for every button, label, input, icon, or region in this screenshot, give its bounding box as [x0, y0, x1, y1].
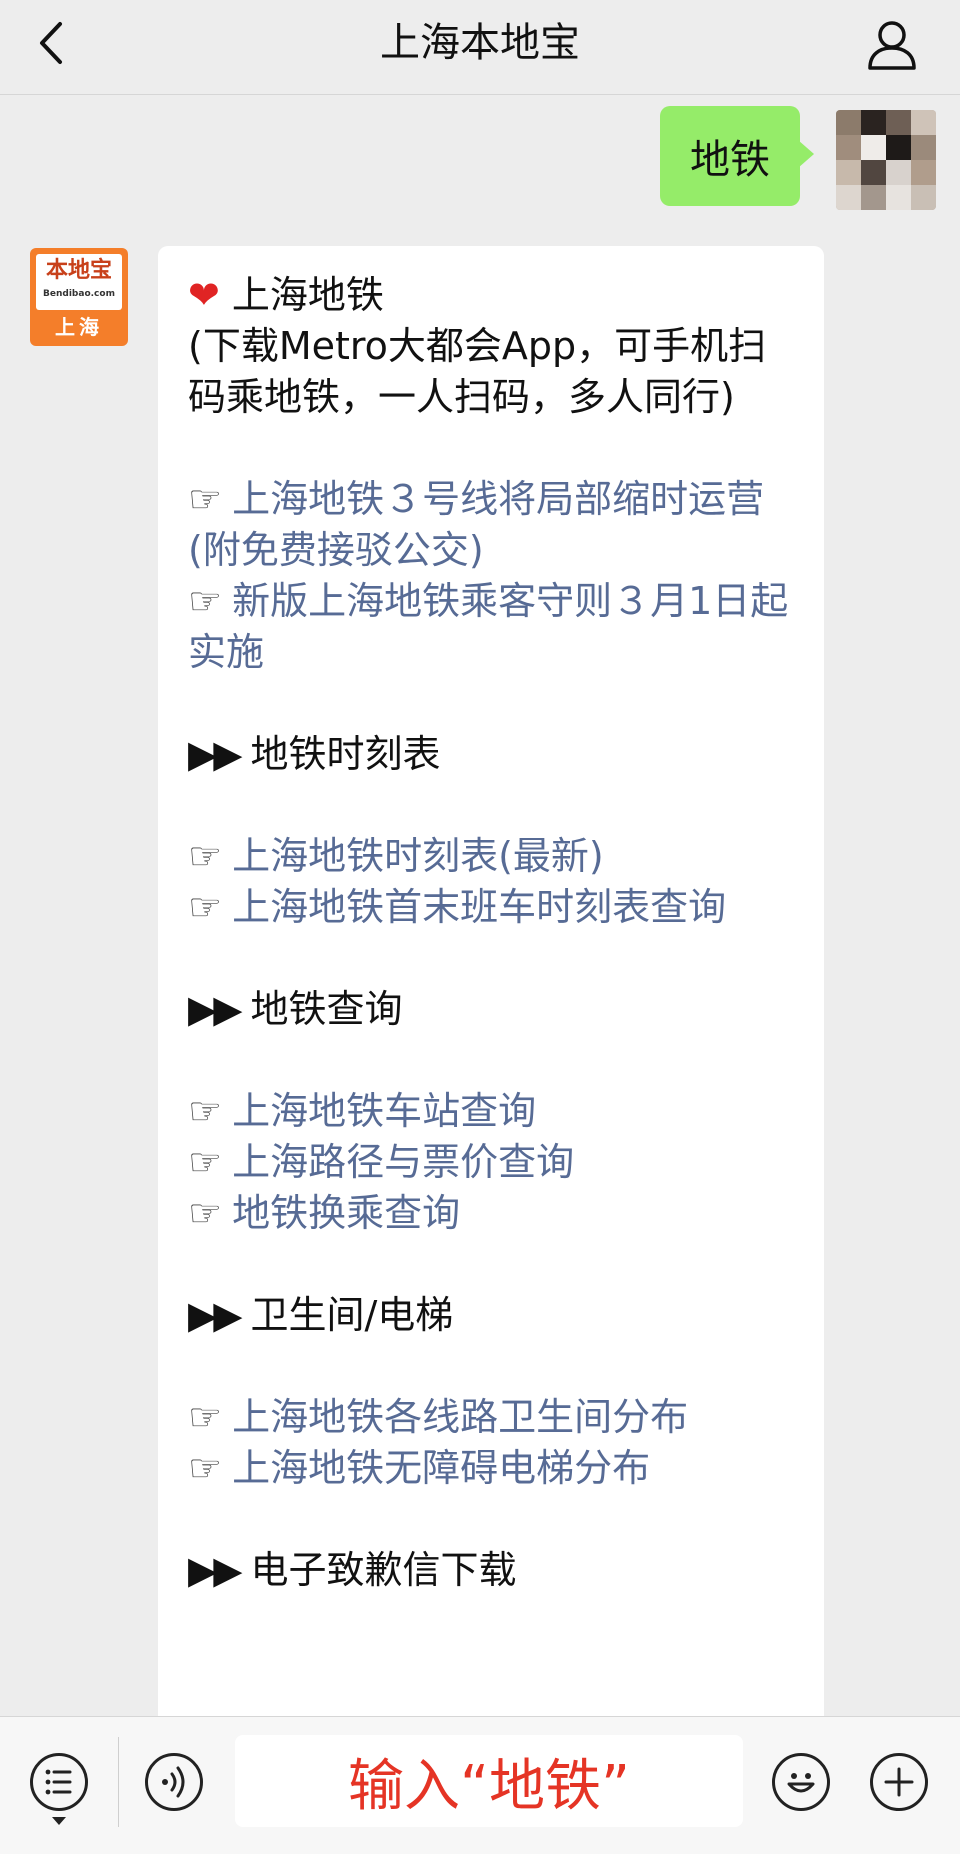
link-item[interactable]: ☞ 新版上海地铁乘客守则３月1日起实施 [188, 576, 800, 678]
section-heading: ▶▶ 卫生间/电梯 [188, 1290, 800, 1341]
link-text: 上海地铁首末班车时刻表查询 [232, 885, 727, 929]
user-message-bubble[interactable]: 地铁 [660, 106, 814, 206]
double-arrow-icon: ▶▶ [188, 732, 242, 776]
intro-description: (下载Metro大都会App，可手机扫码乘地铁，一人扫码，多人同行) [188, 324, 767, 419]
bot-message-content: ❤ 上海地铁 (下载Metro大都会App，可手机扫码乘地铁，一人扫码，多人同行)… [188, 270, 800, 1596]
smiley-icon [787, 1773, 815, 1793]
section-heading: ▶▶ 电子致歉信下载 [188, 1545, 800, 1596]
link-text: 上海地铁３号线将局部缩时运营(附免费接驳公交) [188, 477, 765, 572]
input-bar: 输入“地铁” [0, 1716, 960, 1854]
back-button[interactable] [30, 18, 80, 68]
pointing-hand-icon: ☞ [188, 477, 223, 521]
official-account-avatar[interactable]: 本地宝 Bendibao.com 上海 [30, 248, 128, 346]
voice-icon [162, 1766, 185, 1798]
link-text: 地铁换乘查询 [232, 1191, 461, 1235]
section-heading-text: 卫生间/电梯 [250, 1293, 454, 1337]
link-item[interactable]: ☞ 上海地铁车站查询 [188, 1086, 800, 1137]
voice-button[interactable] [145, 1753, 203, 1811]
caret-down-icon [52, 1817, 66, 1825]
intro-title-line: ❤ 上海地铁 [188, 270, 800, 321]
section-heading-text: 地铁查询 [250, 987, 403, 1031]
section-heading: ▶▶ 地铁时刻表 [188, 729, 800, 780]
pointing-hand-icon: ☞ [188, 1395, 223, 1439]
pointing-hand-icon: ☞ [188, 1140, 223, 1184]
link-item[interactable]: ☞ 地铁换乘查询 [188, 1188, 800, 1239]
section-heading-text: 地铁时刻表 [250, 732, 441, 776]
link-item[interactable]: ☞ 上海地铁首末班车时刻表查询 [188, 882, 800, 933]
link-text: 新版上海地铁乘客守则３月1日起实施 [188, 579, 789, 674]
link-item[interactable]: ☞ 上海地铁时刻表(最新) [188, 831, 800, 882]
section-heading: ▶▶ 地铁查询 [188, 984, 800, 1035]
user-avatar[interactable] [836, 110, 936, 210]
emoji-button[interactable] [772, 1753, 830, 1811]
more-button[interactable] [870, 1753, 928, 1811]
avatar-brand-text: 本地宝 [45, 258, 112, 283]
link-text: 上海地铁各线路卫生间分布 [232, 1395, 689, 1439]
double-arrow-icon: ▶▶ [188, 987, 242, 1031]
pointing-hand-icon: ☞ [188, 579, 223, 623]
page-title: 上海本地宝 [380, 20, 580, 66]
link-item[interactable]: ☞ 上海地铁３号线将局部缩时运营(附免费接驳公交) [188, 474, 800, 576]
link-text: 上海地铁车站查询 [232, 1089, 537, 1133]
link-text: 上海地铁无障碍电梯分布 [232, 1446, 651, 1490]
profile-button[interactable] [864, 16, 920, 72]
pointing-hand-icon: ☞ [188, 1446, 223, 1490]
divider [118, 1737, 119, 1827]
menu-toggle-button[interactable] [30, 1753, 88, 1811]
pointing-hand-icon: ☞ [188, 834, 223, 878]
double-arrow-icon: ▶▶ [188, 1293, 242, 1337]
avatar-url-text: Bendibao.com [43, 289, 115, 299]
chevron-left-icon [40, 22, 62, 64]
link-item[interactable]: ☞ 上海地铁无障碍电梯分布 [188, 1443, 800, 1494]
section-heading-text: 电子致歉信下载 [250, 1548, 517, 1592]
pointing-hand-icon: ☞ [188, 885, 223, 929]
avatar-city-text: 上海 [55, 315, 103, 339]
heart-icon: ❤ [188, 273, 220, 317]
plus-icon [884, 1767, 914, 1797]
link-text: 上海路径与票价查询 [232, 1140, 575, 1184]
link-item[interactable]: ☞ 上海地铁各线路卫生间分布 [188, 1392, 800, 1443]
pointing-hand-icon: ☞ [188, 1191, 223, 1235]
pixelated-avatar-image [836, 110, 936, 210]
double-arrow-icon: ▶▶ [188, 1548, 242, 1592]
pointing-hand-icon: ☞ [188, 1089, 223, 1133]
avatar-logo-panel: 本地宝 Bendibao.com [36, 254, 122, 310]
message-input[interactable]: 输入“地铁” [235, 1735, 743, 1827]
list-menu-icon [45, 1769, 72, 1795]
link-text: 上海地铁时刻表(最新) [232, 834, 604, 878]
person-icon [868, 21, 916, 70]
top-bar: 上海本地宝 [0, 0, 960, 95]
link-item[interactable]: ☞ 上海路径与票价查询 [188, 1137, 800, 1188]
bot-message-bubble: ❤ 上海地铁 (下载Metro大都会App，可手机扫码乘地铁，一人扫码，多人同行)… [158, 246, 824, 1726]
message-input-text: 输入“地铁” [347, 1753, 631, 1819]
user-message-text: 地铁 [690, 137, 770, 183]
intro-title: 上海地铁 [231, 273, 384, 317]
